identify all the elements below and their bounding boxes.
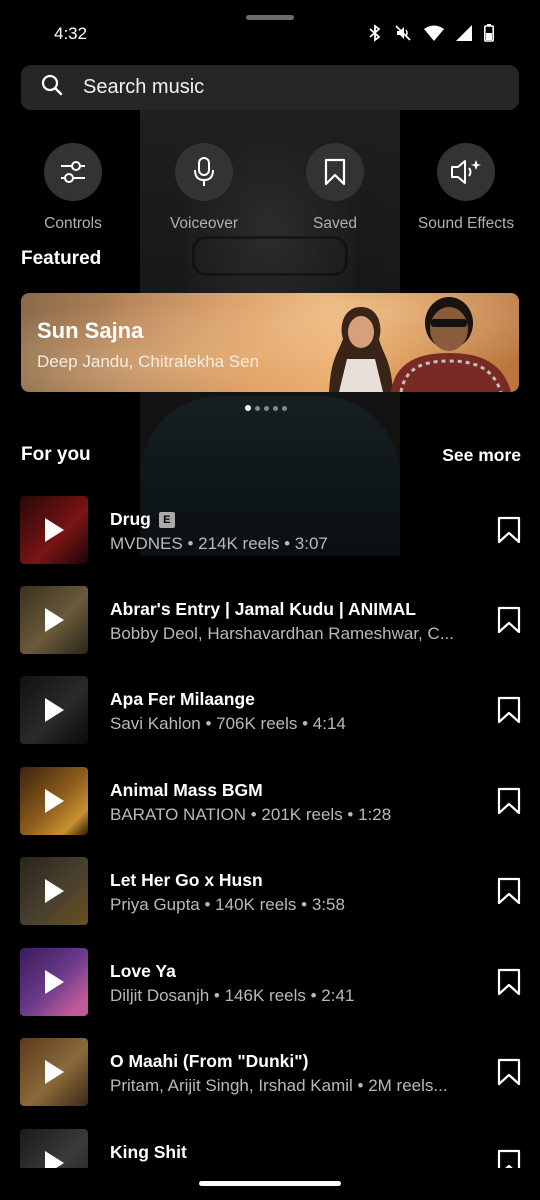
- track-thumbnail[interactable]: [20, 948, 88, 1016]
- saved-button[interactable]: Saved: [270, 143, 400, 233]
- track-title: Animal Mass BGM: [110, 780, 263, 800]
- track-thumbnail[interactable]: [20, 496, 88, 564]
- sound-effects-label: Sound Effects: [417, 215, 515, 232]
- banner-artists: Deep Jandu, Chitralekha Sen: [37, 352, 260, 371]
- track-row[interactable]: O Maahi (From "Dunki") Pritam, Arijit Si…: [0, 1038, 540, 1106]
- track-thumbnail[interactable]: [20, 586, 88, 654]
- play-icon: [45, 879, 64, 903]
- track-title: Let Her Go x Husn: [110, 870, 263, 890]
- track-list: Drug E MVDNES • 214K reels • 3:07 Abrar's…: [0, 496, 540, 1168]
- track-row[interactable]: King Shit: [0, 1129, 540, 1168]
- track-row[interactable]: Drug E MVDNES • 214K reels • 3:07: [0, 496, 540, 564]
- controls-label: Controls: [44, 215, 102, 232]
- home-indicator[interactable]: [199, 1181, 341, 1186]
- track-meta: Bobby Deol, Harshavardhan Rameshwar, C..…: [110, 624, 454, 643]
- play-icon: [45, 518, 64, 542]
- bookmark-icon: [306, 143, 364, 201]
- play-icon: [45, 1151, 64, 1168]
- for-you-heading: For you: [21, 444, 91, 465]
- controls-button[interactable]: Controls: [8, 143, 138, 233]
- carousel-dot: [273, 405, 278, 411]
- play-icon: [45, 970, 64, 994]
- track-title: Drug: [110, 509, 151, 529]
- carousel-dot: [255, 405, 260, 411]
- bookmark-icon[interactable]: [497, 1058, 521, 1091]
- play-icon: [45, 1060, 64, 1084]
- track-thumbnail[interactable]: [20, 676, 88, 744]
- track-thumbnail[interactable]: [20, 1129, 88, 1168]
- track-meta: Diljit Dosanjh • 146K reels • 2:41: [110, 986, 355, 1005]
- track-row[interactable]: Let Her Go x Husn Priya Gupta • 140K ree…: [0, 857, 540, 925]
- track-row[interactable]: Abrar's Entry | Jamal Kudu | ANIMAL Bobb…: [0, 586, 540, 654]
- sheet-drag-handle[interactable]: [246, 15, 294, 20]
- mute-icon: [394, 24, 412, 42]
- signal-icon: [456, 25, 472, 41]
- track-meta: BARATO NATION • 201K reels • 1:28: [110, 805, 392, 824]
- track-title: O Maahi (From "Dunki"): [110, 1051, 309, 1071]
- track-row[interactable]: Apa Fer Milaange Savi Kahlon • 706K reel…: [0, 676, 540, 744]
- bookmark-icon[interactable]: [497, 968, 521, 1001]
- banner-artist-photo-1: [329, 307, 393, 392]
- track-title: Abrar's Entry | Jamal Kudu | ANIMAL: [110, 599, 416, 619]
- track-title: Love Ya: [110, 961, 176, 981]
- search-input[interactable]: [83, 76, 463, 99]
- search-bar[interactable]: [21, 65, 519, 110]
- track-title: King Shit: [110, 1142, 187, 1162]
- bookmark-icon[interactable]: [497, 787, 521, 820]
- bookmark-icon[interactable]: [497, 696, 521, 729]
- track-thumbnail[interactable]: [20, 767, 88, 835]
- voiceover-label: Voiceover: [169, 215, 239, 232]
- bookmark-icon[interactable]: [497, 606, 521, 639]
- carousel-dot: [245, 405, 251, 411]
- track-thumbnail[interactable]: [20, 1038, 88, 1106]
- battery-icon: [484, 24, 494, 42]
- saved-label: Saved: [313, 215, 357, 232]
- track-meta: Priya Gupta • 140K reels • 3:58: [110, 895, 345, 914]
- track-row[interactable]: Love Ya Diljit Dosanjh • 146K reels • 2:…: [0, 948, 540, 1016]
- track-title: Apa Fer Milaange: [110, 689, 255, 709]
- status-time: 4:32: [54, 24, 88, 43]
- voiceover-button[interactable]: Voiceover: [139, 143, 269, 233]
- bookmark-icon[interactable]: [497, 516, 521, 549]
- bluetooth-icon: [368, 24, 382, 42]
- see-more-link[interactable]: See more: [442, 445, 521, 466]
- banner-artist-photo-2: [391, 297, 511, 392]
- explicit-badge: E: [158, 512, 175, 528]
- track-meta: MVDNES • 214K reels • 3:07: [110, 534, 328, 553]
- sliders-icon: [44, 143, 102, 201]
- featured-heading: Featured: [21, 248, 102, 269]
- search-icon: [41, 74, 63, 101]
- play-icon: [45, 608, 64, 632]
- play-icon: [45, 698, 64, 722]
- microphone-icon: [175, 143, 233, 201]
- carousel-dot: [282, 405, 287, 411]
- banner-title: Sun Sajna: [37, 318, 144, 343]
- track-thumbnail[interactable]: [20, 857, 88, 925]
- sound-effects-button[interactable]: Sound Effects: [401, 143, 531, 233]
- sound-effects-icon: [437, 143, 495, 201]
- quick-actions: Controls Voiceover Saved Sound Effects: [0, 143, 540, 238]
- wifi-icon: [424, 25, 444, 41]
- track-row[interactable]: Animal Mass BGM BARATO NATION • 201K ree…: [0, 767, 540, 835]
- featured-banner[interactable]: Sun Sajna Deep Jandu, Chitralekha Sen: [21, 293, 519, 392]
- bookmark-icon[interactable]: [497, 1149, 521, 1168]
- track-meta: Pritam, Arijit Singh, Irshad Kamil • 2M …: [110, 1076, 448, 1095]
- bookmark-icon[interactable]: [497, 877, 521, 910]
- play-icon: [45, 789, 64, 813]
- status-bar: 4:32: [0, 22, 540, 46]
- carousel-dots: [245, 405, 287, 411]
- track-meta: Savi Kahlon • 706K reels • 4:14: [110, 714, 346, 733]
- carousel-dot: [264, 405, 269, 411]
